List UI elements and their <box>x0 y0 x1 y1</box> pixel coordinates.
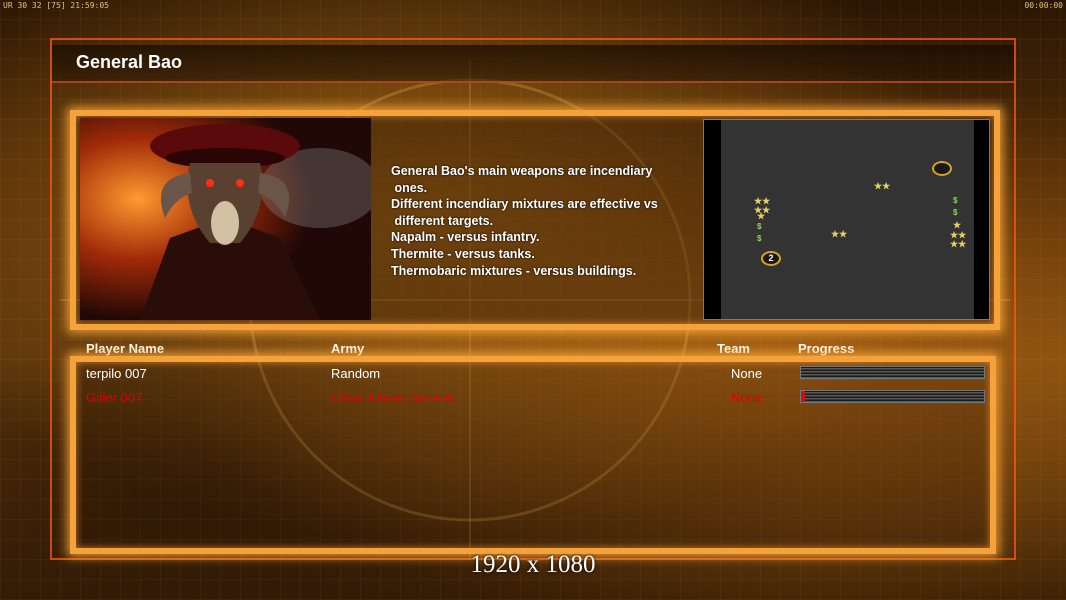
oil-derrick-icon: $ <box>757 234 762 243</box>
players-panel <box>70 356 996 554</box>
player-team: None <box>731 366 763 381</box>
player-name: Gitler 007 <box>86 390 143 405</box>
player-name: terpilo 007 <box>86 366 147 381</box>
title-bar <box>52 45 1014 83</box>
description-line: Different incendiary mixtures are effect… <box>391 197 658 212</box>
player-army: China Flame General <box>331 390 455 405</box>
general-description: General Bao's main weapons are incendiar… <box>391 163 696 279</box>
map-border-right <box>974 120 989 319</box>
supply-star-icon: ★ <box>953 220 962 230</box>
description-line: Thermite - versus tanks. <box>391 246 535 261</box>
map-border-left <box>704 120 721 319</box>
general-portrait <box>80 118 371 320</box>
supply-star-icon: ★★ <box>874 181 891 191</box>
load-progress-bar <box>800 366 985 379</box>
header-player-name[interactable]: Player Name <box>86 341 164 356</box>
start-position-empty[interactable] <box>932 161 952 176</box>
description-line: ones. <box>391 180 428 195</box>
header-team[interactable]: Team <box>717 341 750 356</box>
start-position-2[interactable]: 2 <box>761 251 781 266</box>
description-line: Thermobaric mixtures - versus buildings. <box>391 263 637 278</box>
player-army: Random <box>331 366 381 381</box>
description-line: different targets. <box>391 213 494 228</box>
hud-timer: 00:00:00 <box>1024 1 1063 10</box>
resolution-label: 1920 x 1080 <box>470 551 596 578</box>
supply-star-icon: ★★ <box>831 229 848 239</box>
general-title: General Bao <box>76 52 183 72</box>
progress-fill <box>801 391 805 402</box>
header-progress: Progress <box>798 341 855 356</box>
description-line: Napalm - versus infantry. <box>391 230 540 245</box>
supply-star-icon: ★ <box>757 211 766 221</box>
hud-status-text: UR 30 32 [75] 21:59:05 <box>3 1 109 10</box>
description-line: General Bao's main weapons are incendiar… <box>391 164 653 178</box>
header-army[interactable]: Army <box>331 341 364 356</box>
oil-derrick-icon: $ <box>953 208 958 217</box>
oil-derrick-icon: $ <box>953 196 958 205</box>
load-progress-bar <box>800 390 985 403</box>
player-team: None <box>731 390 763 405</box>
map-preview[interactable]: 2 ★★ ★★ ★ $ $ ★★ ★★ $ $ ★ ★★ ★★ <box>703 119 990 320</box>
oil-derrick-icon: $ <box>757 222 762 231</box>
supply-star-icon: ★★ ★★ <box>950 230 967 249</box>
